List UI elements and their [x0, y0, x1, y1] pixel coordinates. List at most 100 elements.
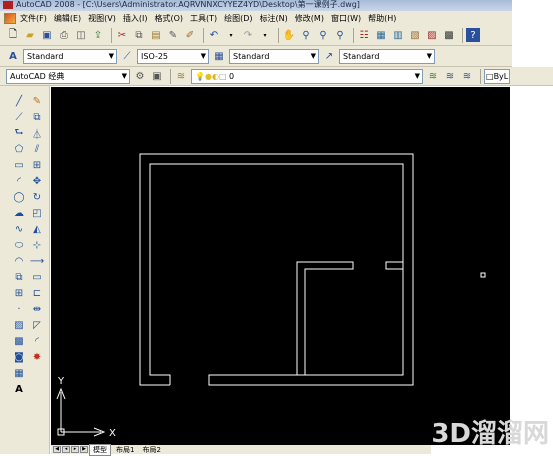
- point-icon[interactable]: ·: [11, 302, 27, 317]
- spline-icon[interactable]: ∿: [11, 222, 27, 237]
- layer-previous-icon[interactable]: ≋: [443, 69, 457, 83]
- table-style-icon[interactable]: ▦: [212, 49, 226, 63]
- design-center-icon[interactable]: ▦: [374, 28, 388, 42]
- line-icon[interactable]: ╱: [11, 94, 27, 109]
- tab-layout1[interactable]: 布局1: [113, 445, 137, 455]
- zoom-window-icon[interactable]: ⚲: [316, 28, 330, 42]
- erase-icon[interactable]: ✎: [29, 94, 45, 109]
- chamfer-icon[interactable]: ◸: [29, 318, 45, 333]
- extend-icon[interactable]: ⟶: [29, 254, 45, 269]
- help-icon[interactable]: ?: [466, 28, 480, 42]
- properties-icon[interactable]: ☷: [357, 28, 371, 42]
- open-file-icon[interactable]: ▰: [23, 28, 37, 42]
- cut-icon[interactable]: ✂: [115, 28, 129, 42]
- plot-preview-icon[interactable]: ◫: [74, 28, 88, 42]
- move-icon[interactable]: ✥: [29, 174, 45, 189]
- stretch-icon[interactable]: ◭: [29, 222, 45, 237]
- menu-draw[interactable]: 绘图(D): [224, 13, 252, 24]
- polygon-icon[interactable]: ⬠: [11, 142, 27, 157]
- redo-dropdown-icon[interactable]: ▾: [258, 28, 272, 42]
- copy-clip-icon[interactable]: ⧉: [132, 28, 146, 42]
- app-menu-icon[interactable]: [4, 12, 16, 24]
- color-control-combo[interactable]: □ByL: [484, 68, 510, 84]
- dim-style-combo[interactable]: ISO-25 ▼: [137, 48, 209, 64]
- ellipse-arc-icon[interactable]: ◠: [11, 254, 27, 269]
- multileader-style-combo[interactable]: Standard ▼: [339, 48, 435, 64]
- region-icon[interactable]: ◙: [11, 350, 27, 365]
- markup-set-icon[interactable]: ▨: [425, 28, 439, 42]
- tool-palettes-icon[interactable]: ▥: [391, 28, 405, 42]
- ellipse-icon[interactable]: ⬭: [11, 238, 27, 253]
- save-icon[interactable]: ▣: [40, 28, 54, 42]
- publish-icon[interactable]: ⇪: [91, 28, 105, 42]
- fillet-icon[interactable]: ◜: [29, 334, 45, 349]
- gradient-icon[interactable]: ▩: [11, 334, 27, 349]
- menu-dimension[interactable]: 标注(N): [260, 13, 288, 24]
- mirror-icon[interactable]: ⏃: [29, 126, 45, 141]
- copy-icon[interactable]: ⧉: [29, 110, 45, 125]
- first-tab-icon[interactable]: ◀: [53, 446, 61, 453]
- layer-states-icon[interactable]: ≋: [460, 69, 474, 83]
- new-file-icon[interactable]: 🗋: [6, 28, 20, 42]
- paste-icon[interactable]: ▤: [149, 28, 163, 42]
- polyline-icon[interactable]: ⮑: [11, 126, 27, 141]
- dim-style-icon[interactable]: ⟋: [120, 49, 134, 63]
- match-properties-icon[interactable]: ✎: [166, 28, 180, 42]
- sheet-set-icon[interactable]: ▧: [408, 28, 422, 42]
- next-tab-icon[interactable]: ▸: [71, 446, 79, 453]
- menu-edit[interactable]: 编辑(E): [54, 13, 81, 24]
- rotate-icon[interactable]: ↻: [29, 190, 45, 205]
- undo-icon[interactable]: ↶: [207, 28, 221, 42]
- grip-marker[interactable]: [480, 272, 486, 278]
- text-style-icon[interactable]: A: [6, 49, 20, 63]
- text-style-combo[interactable]: Standard ▼: [23, 48, 117, 64]
- make-current-layer-icon[interactable]: ≋: [426, 69, 440, 83]
- last-tab-icon[interactable]: ▶: [80, 446, 88, 453]
- menu-insert[interactable]: 插入(I): [123, 13, 148, 24]
- table-style-combo[interactable]: Standard ▼: [229, 48, 319, 64]
- drawing-canvas[interactable]: Y X: [51, 87, 510, 445]
- workspace-combo[interactable]: AutoCAD 经典 ▼: [6, 68, 130, 84]
- make-block-icon[interactable]: ⊞: [11, 286, 27, 301]
- quickcalc-icon[interactable]: ▩: [442, 28, 456, 42]
- menu-modify[interactable]: 修改(M): [295, 13, 324, 24]
- prev-tab-icon[interactable]: ◂: [62, 446, 70, 453]
- menu-help[interactable]: 帮助(H): [368, 13, 396, 24]
- layer-manager-icon[interactable]: ≋: [174, 69, 188, 83]
- multileader-style-icon[interactable]: ↗: [322, 49, 336, 63]
- menu-window[interactable]: 窗口(W): [331, 13, 361, 24]
- join-icon[interactable]: ⇹: [29, 302, 45, 317]
- undo-dropdown-icon[interactable]: ▾: [224, 28, 238, 42]
- revision-cloud-icon[interactable]: ☁: [11, 206, 27, 221]
- zoom-previous-icon[interactable]: ⚲: [333, 28, 347, 42]
- workspace-settings-icon[interactable]: ⚙: [133, 69, 147, 83]
- array-icon[interactable]: ⊞: [29, 158, 45, 173]
- hatch-icon[interactable]: ▨: [11, 318, 27, 333]
- rectangle-icon[interactable]: ▭: [11, 158, 27, 173]
- menu-format[interactable]: 格式(O): [154, 13, 183, 24]
- menu-file[interactable]: 文件(F): [20, 13, 47, 24]
- offset-icon[interactable]: ⫽: [29, 142, 45, 157]
- break-point-icon[interactable]: ▭: [29, 270, 45, 285]
- break-icon[interactable]: ⊏: [29, 286, 45, 301]
- redo-icon[interactable]: ↷: [241, 28, 255, 42]
- block-editor-icon[interactable]: ✐: [183, 28, 197, 42]
- menu-view[interactable]: 视图(V): [88, 13, 116, 24]
- menu-tools[interactable]: 工具(T): [190, 13, 217, 24]
- trim-icon[interactable]: ⊹: [29, 238, 45, 253]
- plot-icon[interactable]: ⎙: [57, 28, 71, 42]
- zoom-realtime-icon[interactable]: ⚲: [299, 28, 313, 42]
- tab-layout2[interactable]: 布局2: [139, 445, 163, 455]
- customize-icon[interactable]: ▣: [150, 69, 164, 83]
- table-icon[interactable]: ▦: [11, 366, 27, 381]
- scale-icon[interactable]: ◰: [29, 206, 45, 221]
- explode-icon[interactable]: ✸: [29, 350, 45, 365]
- drawing-area[interactable]: Y X: [51, 87, 510, 445]
- layer-combo[interactable]: 💡●◐□ 0 ▼: [191, 68, 423, 84]
- mtext-icon[interactable]: A: [11, 382, 27, 397]
- construction-line-icon[interactable]: ⟋: [11, 110, 27, 125]
- pan-icon[interactable]: ✋: [282, 28, 296, 42]
- insert-block-icon[interactable]: ⧉: [11, 270, 27, 285]
- arc-icon[interactable]: ◜: [11, 174, 27, 189]
- circle-icon[interactable]: ◯: [11, 190, 27, 205]
